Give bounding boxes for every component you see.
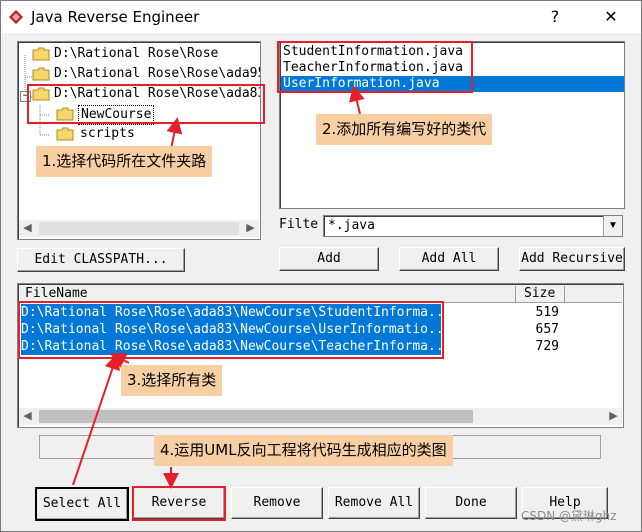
annotation-step4: 4.运用UML反向工程将代码生成相应的类图	[154, 435, 453, 466]
annotation-step3: 3.选择所有类	[121, 365, 223, 396]
watermark: CSDN @黛琳ghz	[521, 509, 617, 523]
java-reverse-engineer-window: Java Reverse Engineer ? ✕ − D:\Rational …	[0, 0, 642, 532]
annotation-step1: 1.选择代码所在文件夹路	[36, 146, 213, 177]
annotation-step2: 2.添加所有编写好的类代	[316, 114, 493, 145]
